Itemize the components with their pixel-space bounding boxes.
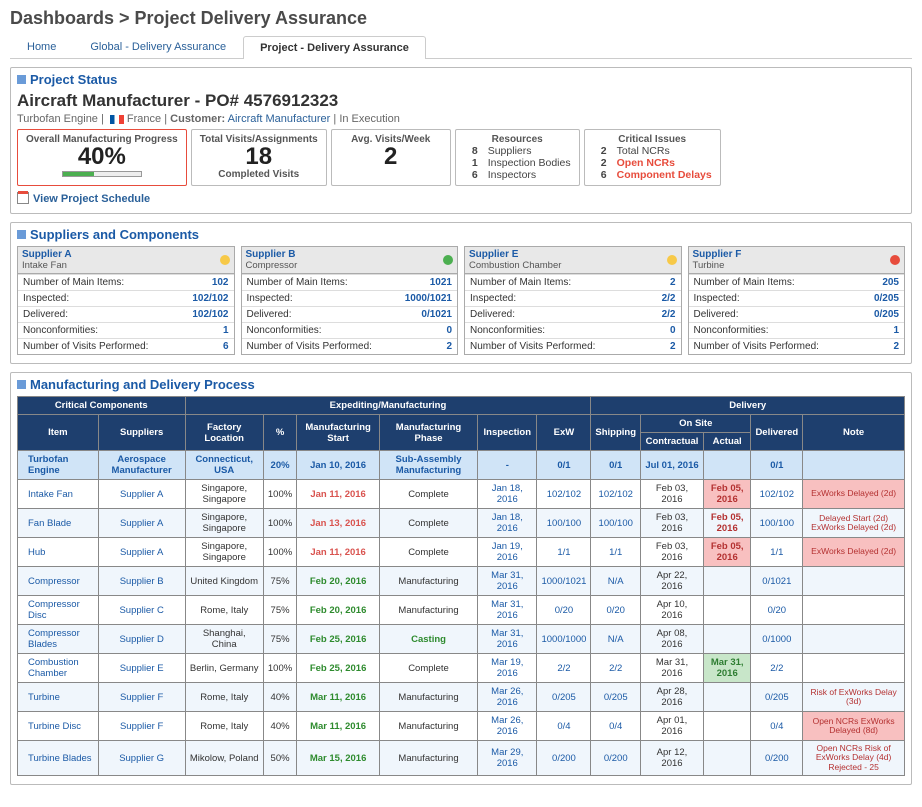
table-row[interactable]: Turbine DiscSupplier FRome, Italy40%Mar …	[18, 712, 905, 741]
tab-home[interactable]: Home	[10, 35, 73, 58]
status-dot-icon	[890, 255, 900, 265]
kpi-resources: Resources 8Suppliers1Inspection Bodies6I…	[455, 129, 580, 186]
table-row[interactable]: Turbine BladesSupplier GMikolow, Poland5…	[18, 741, 905, 776]
supplier-card[interactable]: Supplier ECombustion ChamberNumber of Ma…	[464, 246, 682, 355]
section-project-status: Project Status Aircraft Manufacturer - P…	[10, 67, 912, 214]
customer-link[interactable]: Aircraft Manufacturer	[228, 113, 331, 125]
page-title: Aircraft Manufacturer - PO# 4576912323	[17, 91, 905, 111]
calendar-icon	[17, 192, 29, 204]
table-row[interactable]: Fan BladeSupplier ASingapore, Singapore1…	[18, 509, 905, 538]
tabs: Home Global - Delivery Assurance Project…	[10, 35, 912, 59]
kpi-critical: Critical Issues 2Total NCRs2Open NCRs6Co…	[584, 129, 721, 186]
breadcrumb: Dashboards > Project Delivery Assurance	[10, 6, 912, 35]
view-schedule-link[interactable]: View Project Schedule	[17, 193, 150, 205]
status-dot-icon	[443, 255, 453, 265]
status-dot-icon	[667, 255, 677, 265]
collapse-icon[interactable]	[17, 75, 26, 84]
supplier-card[interactable]: Supplier AIntake FanNumber of Main Items…	[17, 246, 235, 355]
process-table: Critical Components Expediting/Manufactu…	[17, 396, 905, 776]
kpi-visits: Total Visits/Assignments 18 Completed Vi…	[191, 129, 327, 186]
table-row[interactable]: HubSupplier ASingapore, Singapore100%Jan…	[18, 538, 905, 567]
table-row[interactable]: Compressor DiscSupplier CRome, Italy75%F…	[18, 596, 905, 625]
flag-icon	[110, 115, 124, 124]
collapse-icon[interactable]	[17, 380, 26, 389]
table-row[interactable]: Intake FanSupplier ASingapore, Singapore…	[18, 480, 905, 509]
kpi-avg: Avg. Visits/Week 2	[331, 129, 451, 186]
table-row[interactable]: CompressorSupplier BUnited Kingdom75%Feb…	[18, 567, 905, 596]
tab-project[interactable]: Project - Delivery Assurance	[243, 36, 426, 59]
supplier-card[interactable]: Supplier FTurbineNumber of Main Items:20…	[688, 246, 906, 355]
table-row[interactable]: Turbofan EngineAerospace ManufacturerCon…	[18, 451, 905, 480]
project-subline: Turbofan Engine | France | Customer: Air…	[17, 113, 905, 125]
status-dot-icon	[220, 255, 230, 265]
table-row[interactable]: Combustion ChamberSupplier EBerlin, Germ…	[18, 654, 905, 683]
section-process: Manufacturing and Delivery Process Criti…	[10, 372, 912, 785]
table-row[interactable]: TurbineSupplier FRome, Italy40%Mar 11, 2…	[18, 683, 905, 712]
section-suppliers: Suppliers and Components Supplier AIntak…	[10, 222, 912, 364]
supplier-card[interactable]: Supplier BCompressorNumber of Main Items…	[241, 246, 459, 355]
table-row[interactable]: Compressor BladesSupplier DShanghai, Chi…	[18, 625, 905, 654]
tab-global[interactable]: Global - Delivery Assurance	[73, 35, 243, 58]
collapse-icon[interactable]	[17, 230, 26, 239]
kpi-progress: Overall Manufacturing Progress 40%	[17, 129, 187, 186]
